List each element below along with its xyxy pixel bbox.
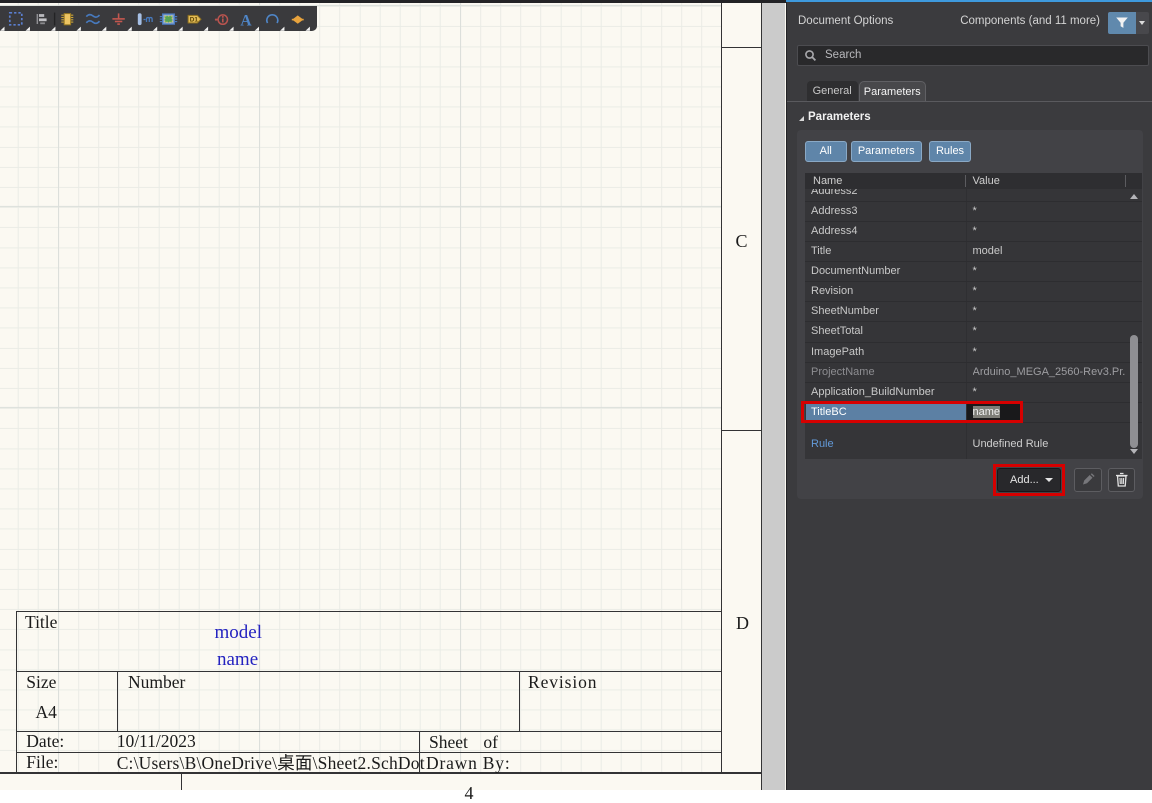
svg-text:D1: D1	[190, 17, 199, 24]
svg-text:A: A	[240, 13, 252, 30]
